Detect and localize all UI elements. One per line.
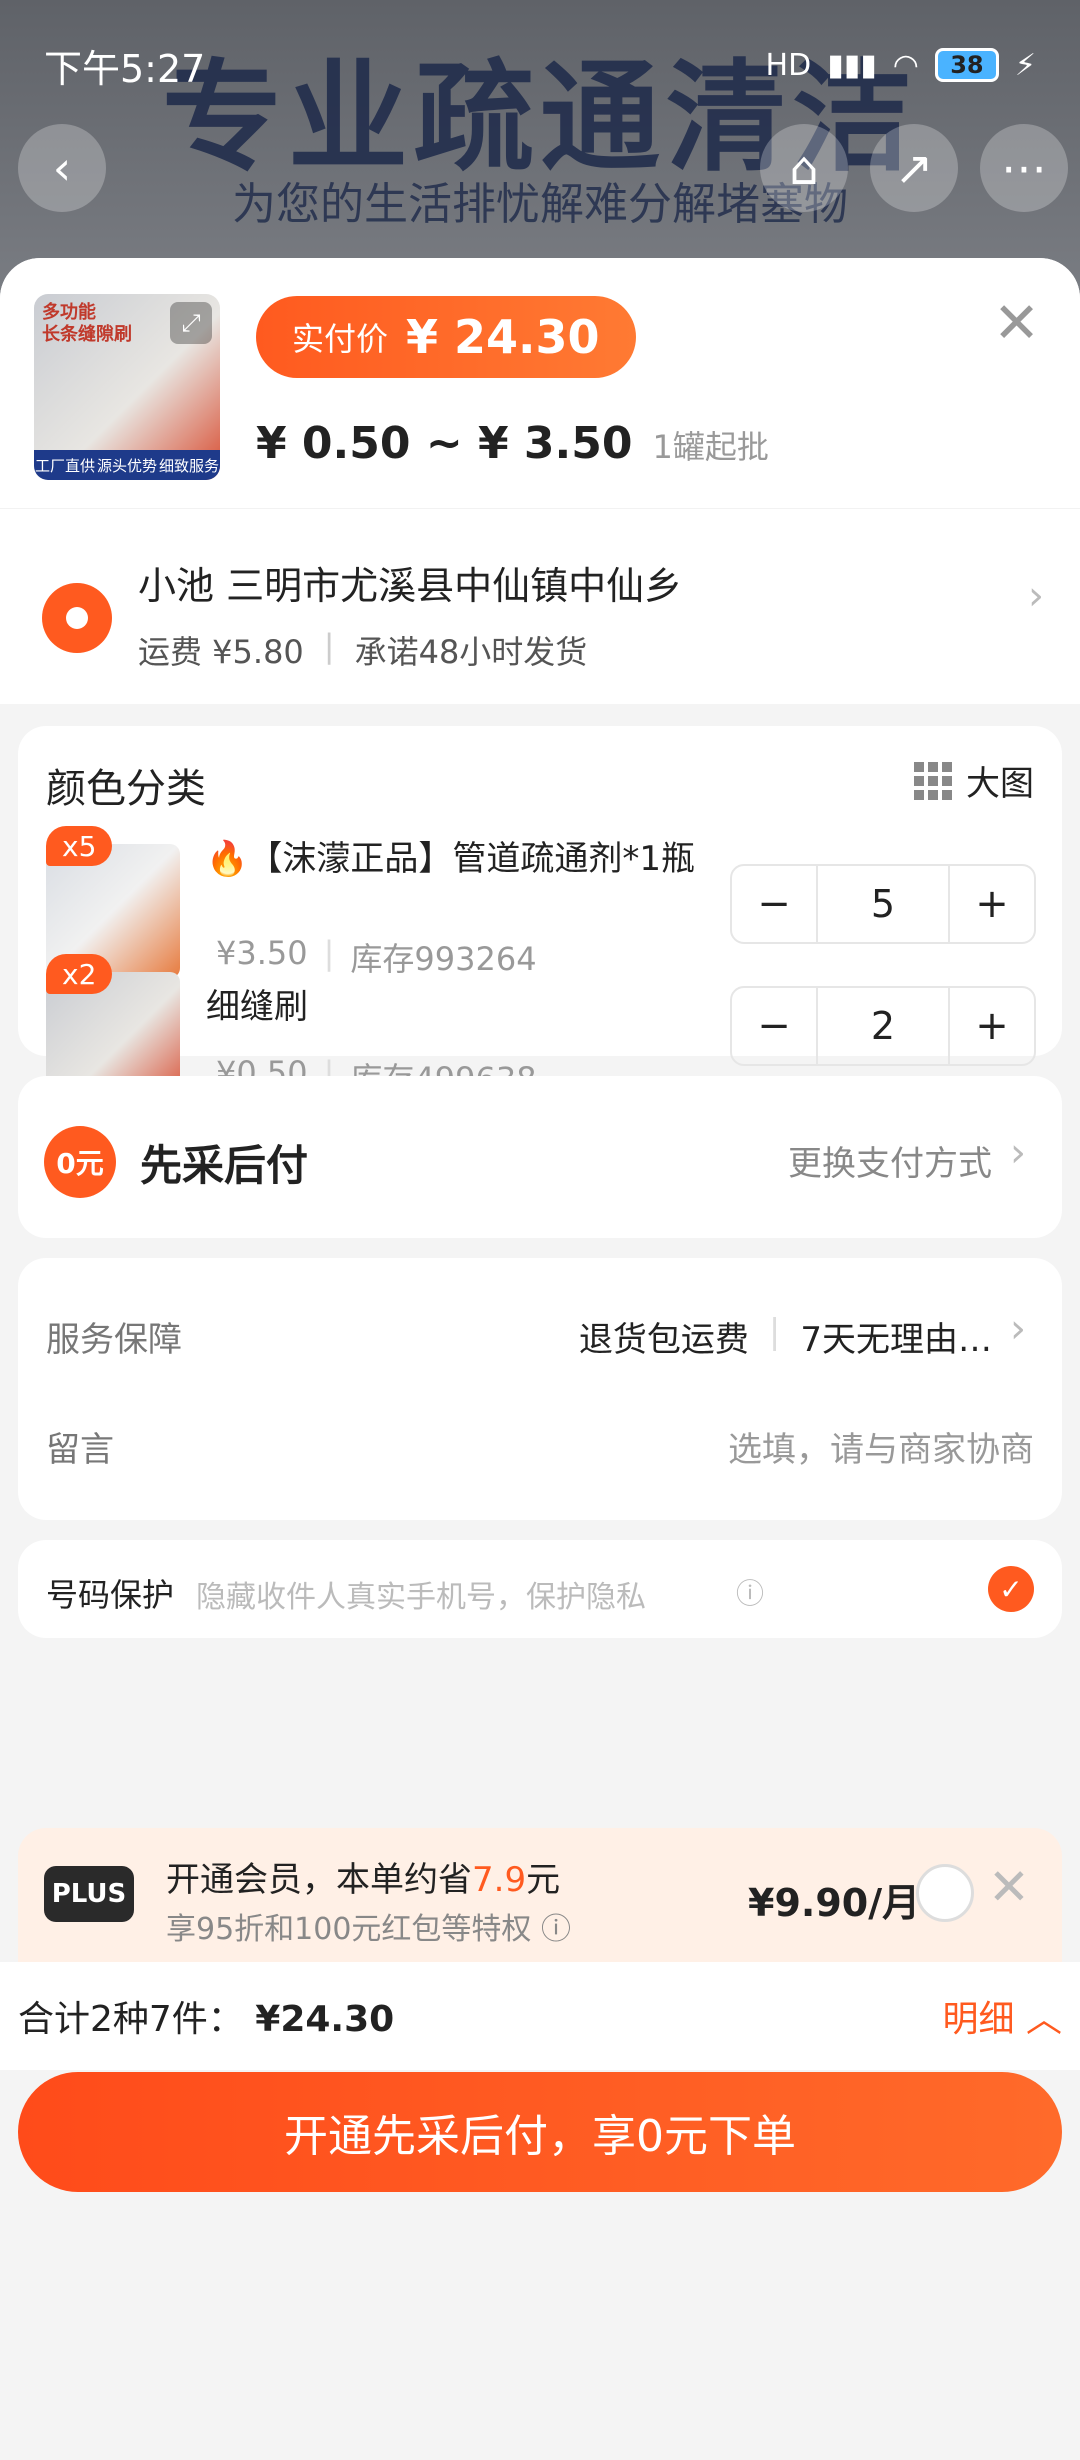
charging-icon: ⚡	[1014, 47, 1036, 83]
chevron-right-icon: ›	[1028, 573, 1044, 619]
thumbnail-tag: 源头优势	[96, 456, 157, 475]
membership-price: ¥9.90/月	[748, 1881, 921, 1925]
message-input[interactable]: 选填，请与商家协商	[728, 1422, 1034, 1471]
status-time: 下午5:27	[44, 46, 206, 91]
close-icon[interactable]: ✕	[993, 296, 1040, 352]
increment-button[interactable]: +	[950, 988, 1034, 1064]
battery-icon: 38	[934, 48, 999, 82]
sku-name: 细缝刷	[206, 987, 308, 1027]
benefits-text: 享95折和100元红包等特权	[166, 1912, 532, 1947]
help-icon[interactable]: ⓘ	[541, 1912, 571, 1947]
membership-bar: PLUS 开通会员，本单约省7.9元 享95折和100元红包等特权 ⓘ ¥9.9…	[18, 1828, 1062, 1962]
offer-saving: 7.9	[472, 1860, 527, 1900]
shipping-fee: 运费 ¥5.80	[138, 633, 304, 671]
quantity-badge: x2	[46, 954, 113, 994]
privacy-card: 号码保护 隐藏收件人真实手机号，保护隐私 ⓘ ✓	[18, 1540, 1062, 1638]
total-label: 合计2种7件：	[18, 1999, 244, 2040]
payment-method-card[interactable]: 0元 先采后付 更换支付方式 ›	[18, 1076, 1062, 1238]
service-item: 退货包运费	[578, 1320, 749, 1360]
privacy-checkbox[interactable]: ✓	[988, 1566, 1034, 1612]
detail-button[interactable]: 明细 ︿	[943, 1990, 1062, 2042]
service-card: 服务保障 退货包运费 | 7天无理由… › 留言 选填，请与商家协商	[18, 1258, 1062, 1520]
actual-price-amount: ¥ 24.30	[406, 310, 600, 364]
grid-icon	[914, 761, 952, 800]
thumbnail-tag: 工厂直供	[34, 456, 95, 475]
more-icon[interactable]: ⋯	[980, 124, 1068, 212]
status-bar: 下午5:27 HD ▮▮▮ ◠ 38 ⚡	[0, 0, 1080, 130]
product-thumbnail[interactable]: 多功能 长条缝隙刷 ⤢ 工厂直供 源头优势 细致服务	[34, 294, 220, 480]
price-range-value: ¥ 0.50 ~ ¥ 3.50	[256, 418, 633, 469]
chevron-up-icon: ︿	[1025, 1999, 1062, 2040]
back-icon[interactable]: ‹	[18, 124, 106, 212]
privacy-label: 号码保护	[46, 1576, 175, 1614]
help-icon[interactable]: ⓘ	[736, 1572, 764, 1612]
membership-offer: 开通会员，本单约省7.9元	[166, 1852, 560, 1901]
wifi-icon: ◠	[892, 47, 919, 83]
total-bar: 合计2种7件： ¥24.30 明细 ︿	[0, 1962, 1080, 2070]
big-picture-button[interactable]: 大图	[914, 756, 1034, 805]
expand-icon[interactable]: ⤢	[170, 302, 212, 344]
chevron-right-icon: ›	[1010, 1306, 1026, 1352]
quantity-stepper: − 5 +	[730, 864, 1036, 944]
plus-logo: PLUS	[44, 1866, 134, 1922]
cart-icon[interactable]: ⌂	[760, 124, 848, 212]
quantity-value[interactable]: 5	[816, 866, 950, 942]
min-order: 1罐起批	[652, 428, 769, 466]
thumbnail-bar: 工厂直供 源头优势 细致服务	[34, 450, 220, 480]
thumbnail-text: 多功能 长条缝隙刷	[42, 302, 132, 345]
shipping-info: 运费 ¥5.80 | 承诺48小时发货	[138, 627, 587, 673]
service-label: 服务保障	[46, 1320, 182, 1360]
membership-benefits: 享95折和100元红包等特权 ⓘ	[166, 1904, 571, 1948]
pay-later-icon: 0元	[44, 1126, 116, 1198]
change-payment-link[interactable]: 更换支付方式	[788, 1136, 992, 1185]
address-name: 小池 三明市尤溪县中仙镇中仙乡	[138, 564, 683, 608]
decrement-button[interactable]: −	[732, 988, 816, 1064]
network-icon: HD	[765, 47, 812, 83]
decrement-button[interactable]: −	[732, 866, 816, 942]
product-header: 多功能 长条缝隙刷 ⤢ 工厂直供 源头优势 细致服务 实付价 ¥ 24.30 ¥…	[0, 258, 1080, 508]
sku-card: 颜色分类 大图 x5 🔥【沫濛正品】管道疏通剂*1瓶 ¥3.50 | 库存993…	[18, 726, 1062, 1106]
increment-button[interactable]: +	[950, 866, 1034, 942]
big-picture-label: 大图	[966, 764, 1034, 804]
actual-price-label: 实付价	[292, 320, 389, 358]
close-icon[interactable]: ✕	[988, 1858, 1030, 1916]
payment-method-title: 先采后付	[140, 1141, 309, 1190]
shipping-promise: 承诺48小时发货	[354, 633, 588, 671]
service-items[interactable]: 退货包运费 | 7天无理由…	[579, 1312, 992, 1361]
quantity-stepper: − 2 +	[730, 986, 1036, 1066]
sku-name: 🔥【沫濛正品】管道疏通剂*1瓶	[206, 839, 695, 879]
signal-icon: ▮▮▮	[827, 47, 877, 83]
total-amount: ¥24.30	[255, 1999, 395, 2040]
price-range: ¥ 0.50 ~ ¥ 3.50 1罐起批	[256, 418, 769, 469]
service-item: 7天无理由…	[800, 1320, 992, 1360]
offer-text: 开通会员，本单约省	[166, 1860, 472, 1900]
chevron-right-icon: ›	[1010, 1130, 1026, 1176]
message-label: 留言	[46, 1430, 114, 1470]
thumbnail-tag: 细致服务	[158, 456, 219, 475]
share-icon[interactable]: ↗	[870, 124, 958, 212]
privacy-description: 隐藏收件人真实手机号，保护隐私	[196, 1580, 646, 1615]
total-summary: 合计2种7件： ¥24.30	[18, 1990, 943, 2042]
sku-section-title: 颜色分类	[46, 766, 206, 812]
membership-radio[interactable]	[916, 1864, 974, 1922]
divider: |	[323, 627, 335, 665]
detail-label: 明细	[942, 1999, 1015, 2040]
divider: |	[768, 1312, 781, 1352]
quantity-value[interactable]: 2	[816, 988, 950, 1064]
submit-order-button[interactable]: 开通先采后付，享0元下单	[18, 2072, 1062, 2192]
address-row[interactable]: 小池 三明市尤溪县中仙镇中仙乡 运费 ¥5.80 | 承诺48小时发货 ›	[0, 508, 1080, 704]
offer-unit: 元	[526, 1860, 561, 1900]
actual-price-badge: 实付价 ¥ 24.30	[256, 296, 636, 378]
quantity-badge: x5	[46, 826, 113, 866]
location-icon	[42, 583, 112, 653]
